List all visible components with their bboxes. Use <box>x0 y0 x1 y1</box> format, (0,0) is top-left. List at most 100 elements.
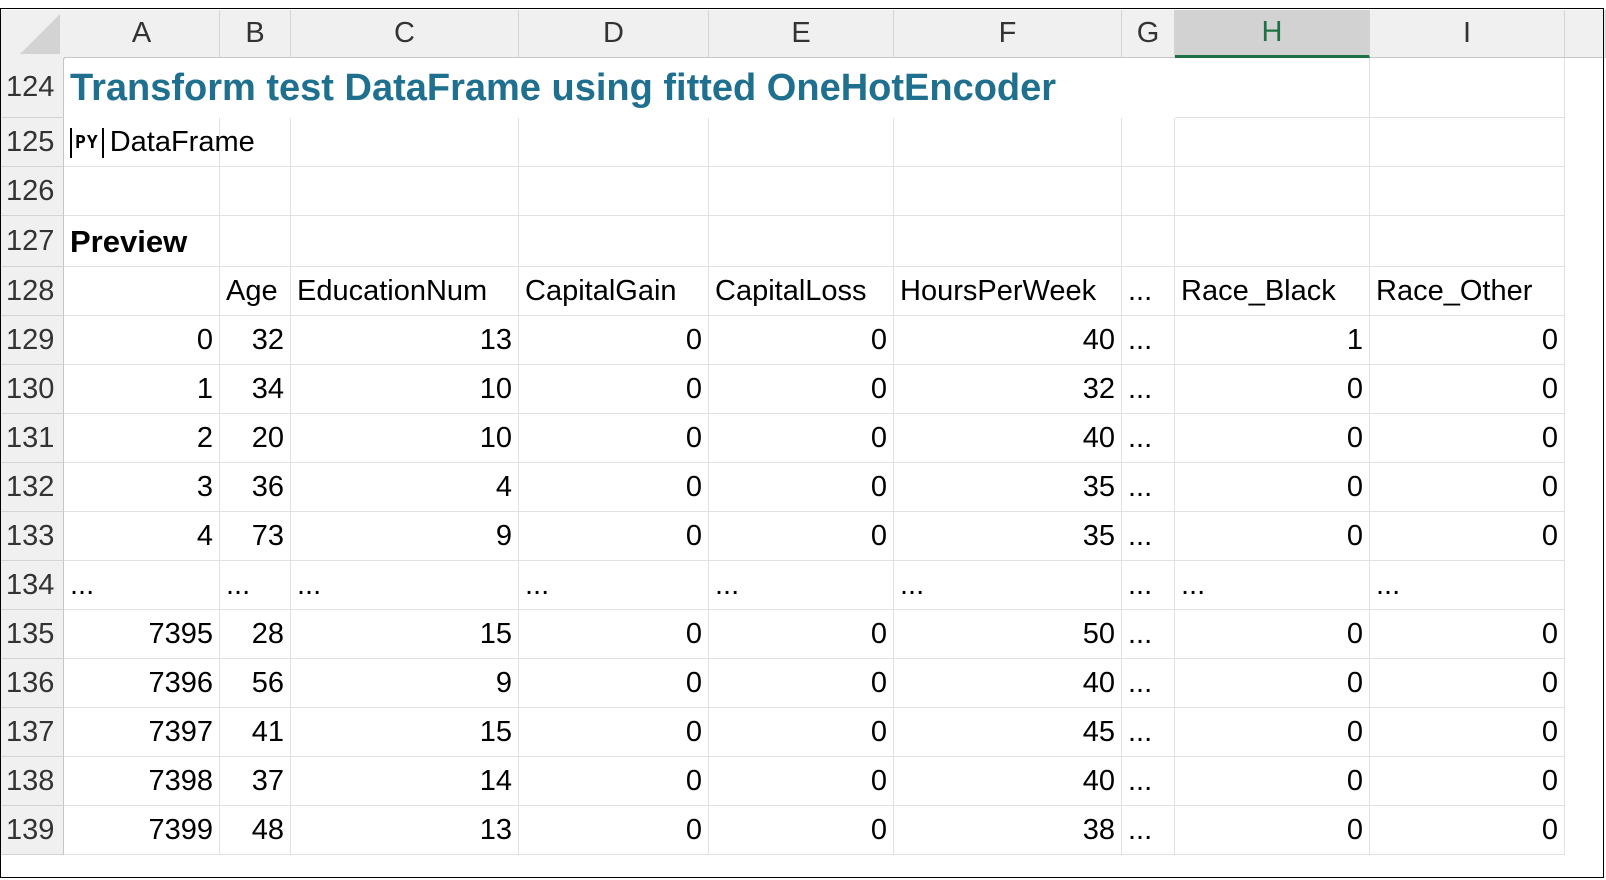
table-data-cell[interactable]: ... <box>1122 316 1175 365</box>
table-data-cell[interactable]: ... <box>1122 414 1175 463</box>
table-data-cell[interactable]: 36 <box>220 463 291 512</box>
table-data-cell[interactable]: 38 <box>894 806 1122 855</box>
table-data-cell[interactable]: 0 <box>519 512 709 561</box>
sheet-title[interactable]: Transform test DataFrame using fitted On… <box>70 58 1056 118</box>
column-header-c[interactable]: C <box>291 10 519 58</box>
table-data-cell[interactable]: 10 <box>291 365 519 414</box>
table-data-cell[interactable]: 0 <box>1370 757 1565 806</box>
table-data-cell[interactable]: 40 <box>894 659 1122 708</box>
table-data-cell[interactable]: ... <box>894 561 1122 610</box>
table-data-cell[interactable]: 0 <box>1370 463 1565 512</box>
column-header-g[interactable]: G <box>1122 10 1175 58</box>
table-data-cell[interactable]: 0 <box>709 610 894 659</box>
table-data-cell[interactable]: 50 <box>894 610 1122 659</box>
table-data-cell[interactable]: 0 <box>1175 365 1370 414</box>
table-data-cell[interactable]: 0 <box>519 659 709 708</box>
cell-h125[interactable] <box>1175 118 1370 167</box>
table-data-cell[interactable]: ... <box>1122 610 1175 659</box>
table-data-cell[interactable]: ... <box>1122 757 1175 806</box>
cell-h126[interactable] <box>1175 167 1370 216</box>
table-data-cell[interactable]: ... <box>1122 708 1175 757</box>
table-data-cell[interactable]: 0 <box>709 512 894 561</box>
cell-g127[interactable] <box>1122 216 1175 267</box>
table-data-cell[interactable]: 45 <box>894 708 1122 757</box>
cell-i126[interactable] <box>1370 167 1565 216</box>
table-data-cell[interactable]: 37 <box>220 757 291 806</box>
cell-f125[interactable] <box>894 118 1122 167</box>
table-data-cell[interactable]: 7398 <box>64 757 220 806</box>
table-data-cell[interactable]: 1 <box>64 365 220 414</box>
cell-i127[interactable] <box>1370 216 1565 267</box>
cell-a126[interactable] <box>64 167 220 216</box>
cell-c126[interactable] <box>291 167 519 216</box>
row-header-136[interactable]: 136 <box>0 659 64 708</box>
table-data-cell[interactable]: 40 <box>894 316 1122 365</box>
cell-h124[interactable] <box>1175 58 1370 118</box>
table-data-cell[interactable]: 14 <box>291 757 519 806</box>
table-data-cell[interactable]: 4 <box>64 512 220 561</box>
cell-d125[interactable] <box>519 118 709 167</box>
cell-d126[interactable] <box>519 167 709 216</box>
table-data-cell[interactable]: 20 <box>220 414 291 463</box>
table-data-cell[interactable]: 15 <box>291 708 519 757</box>
table-header-cell[interactable]: EducationNum <box>291 267 519 316</box>
table-data-cell[interactable]: ... <box>709 561 894 610</box>
cell-c127[interactable] <box>291 216 519 267</box>
table-data-cell[interactable]: 9 <box>291 659 519 708</box>
table-data-cell[interactable]: 13 <box>291 806 519 855</box>
table-header-cell[interactable]: Race_Other <box>1370 267 1565 316</box>
table-header-cell[interactable]: HoursPerWeek <box>894 267 1122 316</box>
table-data-cell[interactable]: 0 <box>709 414 894 463</box>
row-header-135[interactable]: 135 <box>0 610 64 659</box>
cell-f127[interactable] <box>894 216 1122 267</box>
cell-e125[interactable] <box>709 118 894 167</box>
table-data-cell[interactable]: 2 <box>64 414 220 463</box>
table-data-cell[interactable]: 0 <box>1175 610 1370 659</box>
table-data-cell[interactable]: 56 <box>220 659 291 708</box>
row-header-126[interactable]: 126 <box>0 167 64 216</box>
column-header-a[interactable]: A <box>64 10 220 58</box>
table-data-cell[interactable]: ... <box>1370 561 1565 610</box>
table-data-cell[interactable]: ... <box>1122 806 1175 855</box>
table-data-cell[interactable]: 0 <box>1175 463 1370 512</box>
table-data-cell[interactable]: 0 <box>709 316 894 365</box>
table-data-cell[interactable]: 0 <box>1175 414 1370 463</box>
table-data-cell[interactable]: 0 <box>1175 512 1370 561</box>
table-data-cell[interactable]: 0 <box>1370 414 1565 463</box>
table-data-cell[interactable]: ... <box>519 561 709 610</box>
cell-g126[interactable] <box>1122 167 1175 216</box>
table-data-cell[interactable]: 13 <box>291 316 519 365</box>
table-data-cell[interactable]: 9 <box>291 512 519 561</box>
table-data-cell[interactable]: 0 <box>1175 659 1370 708</box>
table-data-cell[interactable]: 0 <box>709 806 894 855</box>
cell-e126[interactable] <box>709 167 894 216</box>
table-data-cell[interactable]: 7399 <box>64 806 220 855</box>
table-data-cell[interactable]: 0 <box>519 463 709 512</box>
table-data-cell[interactable]: 3 <box>64 463 220 512</box>
table-data-cell[interactable]: 0 <box>709 659 894 708</box>
table-data-cell[interactable]: 0 <box>1370 512 1565 561</box>
select-all-corner[interactable] <box>0 10 65 59</box>
row-header-125[interactable]: 125 <box>0 118 64 167</box>
cell-g125[interactable] <box>1122 118 1175 167</box>
cell-i124[interactable] <box>1370 58 1565 118</box>
cell-i125[interactable] <box>1370 118 1565 167</box>
table-data-cell[interactable]: 0 <box>519 708 709 757</box>
table-data-cell[interactable]: 10 <box>291 414 519 463</box>
table-data-cell[interactable]: 40 <box>894 414 1122 463</box>
cell-h127[interactable] <box>1175 216 1370 267</box>
column-header-e[interactable]: E <box>709 10 894 58</box>
table-data-cell[interactable]: 0 <box>1370 806 1565 855</box>
table-data-cell[interactable]: 0 <box>1370 708 1565 757</box>
column-header-b[interactable]: B <box>220 10 291 58</box>
python-cell[interactable]: PY DataFrame <box>70 118 255 167</box>
row-header-134[interactable]: 134 <box>0 561 64 610</box>
table-data-cell[interactable]: 0 <box>1175 708 1370 757</box>
table-data-cell[interactable]: 7395 <box>64 610 220 659</box>
table-header-cell[interactable]: ... <box>1122 267 1175 316</box>
table-data-cell[interactable]: 32 <box>894 365 1122 414</box>
column-header-i[interactable]: I <box>1370 10 1565 58</box>
cell-e127[interactable] <box>709 216 894 267</box>
table-data-cell[interactable]: 41 <box>220 708 291 757</box>
table-data-cell[interactable]: 4 <box>291 463 519 512</box>
